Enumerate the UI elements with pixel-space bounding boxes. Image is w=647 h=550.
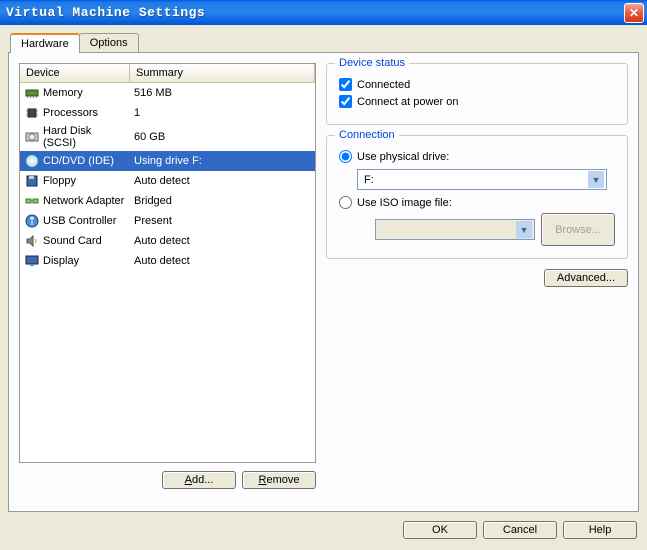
cd-icon [24, 153, 40, 169]
sound-icon [24, 233, 40, 249]
iso-path-select: ▼ [375, 219, 535, 240]
left-panel: Device Summary Memory 516 MB Processors … [19, 63, 316, 501]
use-iso-radio[interactable] [339, 196, 352, 209]
right-panel: Device status Connected Connect at power… [316, 63, 628, 501]
list-header: Device Summary [20, 64, 315, 83]
tab-options[interactable]: Options [79, 33, 139, 52]
memory-icon [24, 85, 40, 101]
connection-group: Connection Use physical drive: F: ▼ Use … [326, 135, 628, 259]
device-list-buttons: Add... Remove [19, 471, 316, 489]
usb-icon [24, 213, 40, 229]
list-item-sound[interactable]: Sound Card Auto detect [20, 231, 315, 251]
connection-title: Connection [335, 129, 399, 141]
connected-checkbox[interactable] [339, 78, 352, 91]
list-item-cddvd[interactable]: CD/DVD (IDE) Using drive F: [20, 151, 315, 171]
display-icon [24, 253, 40, 269]
use-physical-radio[interactable] [339, 150, 352, 163]
harddisk-icon [24, 129, 40, 145]
chevron-down-icon: ▼ [516, 221, 532, 238]
titlebar: Virtual Machine Settings ✕ [0, 0, 647, 25]
list-item-usb[interactable]: USB Controller Present [20, 211, 315, 231]
network-icon [24, 193, 40, 209]
dialog-footer: OK Cancel Help [0, 515, 647, 545]
device-status-title: Device status [335, 57, 409, 69]
list-item-harddisk[interactable]: Hard Disk (SCSI) 60 GB [20, 123, 315, 151]
physical-drive-select[interactable]: F: ▼ [357, 169, 607, 190]
col-device[interactable]: Device [20, 64, 130, 82]
list-item-display[interactable]: Display Auto detect [20, 251, 315, 271]
window-title: Virtual Machine Settings [6, 5, 205, 20]
remove-button[interactable]: Remove [242, 471, 316, 489]
add-button[interactable]: Add... [162, 471, 236, 489]
floppy-icon [24, 173, 40, 189]
cancel-button[interactable]: Cancel [483, 521, 557, 539]
connect-poweron-label: Connect at power on [357, 96, 459, 108]
close-button[interactable]: ✕ [624, 3, 644, 23]
device-list[interactable]: Device Summary Memory 516 MB Processors … [19, 63, 316, 463]
use-iso-label: Use ISO image file: [357, 197, 452, 209]
use-physical-label: Use physical drive: [357, 151, 449, 163]
connected-label: Connected [357, 79, 410, 91]
list-item-memory[interactable]: Memory 516 MB [20, 83, 315, 103]
connect-poweron-checkbox[interactable] [339, 95, 352, 108]
list-item-network[interactable]: Network Adapter Bridged [20, 191, 315, 211]
tab-hardware[interactable]: Hardware [10, 33, 80, 53]
content-area: Hardware Options Device Summary Memory 5… [0, 25, 647, 515]
list-item-floppy[interactable]: Floppy Auto detect [20, 171, 315, 191]
tab-strip: Hardware Options [10, 33, 639, 52]
list-item-processors[interactable]: Processors 1 [20, 103, 315, 123]
ok-button[interactable]: OK [403, 521, 477, 539]
chevron-down-icon: ▼ [588, 171, 604, 188]
col-summary[interactable]: Summary [130, 64, 315, 82]
advanced-button[interactable]: Advanced... [544, 269, 628, 287]
tab-panel: Device Summary Memory 516 MB Processors … [8, 52, 639, 512]
device-status-group: Device status Connected Connect at power… [326, 63, 628, 125]
cpu-icon [24, 105, 40, 121]
browse-button: Browse... [541, 213, 615, 246]
close-icon: ✕ [629, 6, 639, 20]
physical-drive-value: F: [364, 174, 374, 186]
help-button[interactable]: Help [563, 521, 637, 539]
